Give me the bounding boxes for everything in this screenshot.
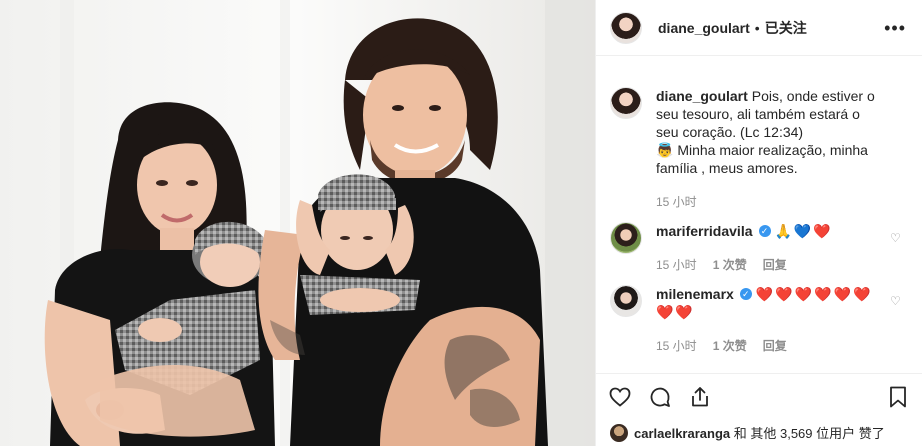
heart-icon[interactable] [608,385,632,409]
comment-time[interactable]: 15 小时 [656,337,697,354]
post-sidebar: diane_goulart • 已关注 ••• diane_goulart Poi… [595,0,922,446]
likes-summary: carlaelkraranga 和 其他 3,569 位用户 赞了 [596,419,922,446]
commenter-avatar[interactable] [610,285,642,317]
comment-like-icon[interactable]: ♡ [890,295,902,307]
comments-list: diane_goulart Pois, onde estiver o seu te… [596,57,922,373]
comment-body: milenemarx ✓ ❤️❤️❤️❤️❤️❤️❤️❤️ 15 小时 1 次赞 回… [656,285,886,354]
comment-meta: 15 小时 1 次赞 回复 [656,256,886,273]
post-header: diane_goulart • 已关注 ••• [596,0,922,56]
verified-badge-icon: ✓ [758,225,771,238]
comment-icon[interactable] [648,385,672,409]
caption: diane_goulart Pois, onde estiver o seu te… [610,87,906,210]
separator-dot: • [754,19,760,36]
caption-username[interactable]: diane_goulart [656,88,748,104]
share-icon[interactable] [688,385,712,409]
instagram-post: diane_goulart • 已关注 ••• diane_goulart Poi… [0,0,922,446]
angel-emoji-icon: 👼 [656,142,674,158]
caption-line-2: 👼 Minha maior realização, minha família … [656,141,886,177]
comment-text: 🙏💙❤️ [774,223,833,239]
commenter-username[interactable]: milenemarx [656,286,734,302]
more-options-icon[interactable]: ••• [884,19,906,37]
author-avatar[interactable] [610,11,642,44]
liker-username[interactable]: carlaelkraranga [634,426,730,441]
commenter-username[interactable]: mariferridavila [656,223,753,239]
author-username[interactable]: diane_goulart [658,20,750,36]
caption-avatar[interactable] [610,87,642,119]
comment-meta: 15 小时 1 次赞 回复 [656,337,886,354]
reply-button[interactable]: 回复 [763,337,787,354]
commenter-avatar[interactable] [610,222,642,254]
comment-item: mariferridavila ✓ 🙏💙❤️ 15 小时 1 次赞 回复 ♡ [610,222,906,273]
verified-badge-icon: ✓ [739,288,752,301]
comment-likes[interactable]: 1 次赞 [713,337,747,354]
comment-line: mariferridavila ✓ 🙏💙❤️ [656,222,886,240]
caption-body: diane_goulart Pois, onde estiver o seu te… [656,87,886,210]
liker-avatar[interactable] [610,423,628,442]
post-actions [596,373,922,419]
bookmark-icon[interactable] [886,385,910,409]
family-photo-illustration [0,0,595,446]
caption-time[interactable]: 15 小时 [656,193,697,210]
comment-like-icon[interactable]: ♡ [890,232,902,244]
comment-line: milenemarx ✓ ❤️❤️❤️❤️❤️❤️❤️❤️ [656,285,886,321]
comment-item: milenemarx ✓ ❤️❤️❤️❤️❤️❤️❤️❤️ 15 小时 1 次赞 回… [610,285,906,354]
comment-time[interactable]: 15 小时 [656,256,697,273]
caption-text-2: Minha maior realização, minha família , … [656,142,868,176]
caption-meta: 15 小时 [656,193,886,210]
reply-button[interactable]: 回复 [763,256,787,273]
caption-line-1: diane_goulart Pois, onde estiver o seu te… [656,87,886,141]
follow-status-button[interactable]: 已关注 [765,18,807,38]
post-photo[interactable] [0,0,595,446]
comment-likes[interactable]: 1 次赞 [713,256,747,273]
likes-text[interactable]: carlaelkraranga 和 其他 3,569 位用户 赞了 [634,423,885,442]
likes-count-text[interactable]: 和 其他 3,569 位用户 赞了 [734,426,885,441]
comment-body: mariferridavila ✓ 🙏💙❤️ 15 小时 1 次赞 回复 [656,222,886,273]
